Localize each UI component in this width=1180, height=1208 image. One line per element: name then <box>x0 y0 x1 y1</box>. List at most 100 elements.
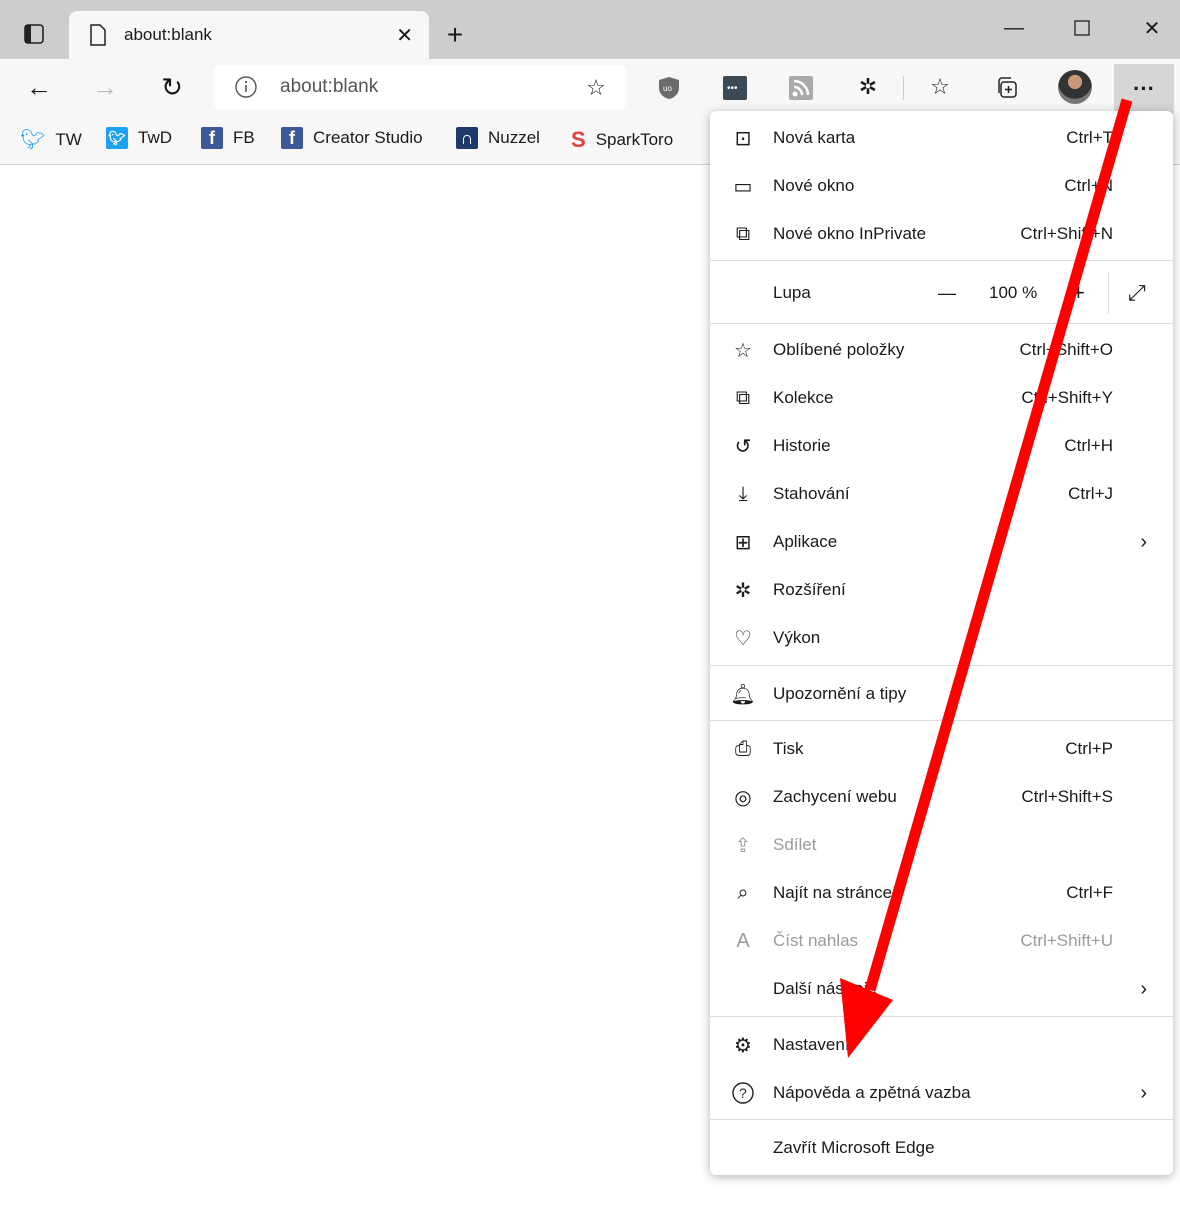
zoom-value: 100 % <box>989 283 1038 302</box>
menu-item-8[interactable]: ✲ Rozšíření <box>710 566 1173 614</box>
zoom-in-button[interactable]: + <box>1072 280 1085 306</box>
menu-item-shortcut: Ctrl+Shift+O <box>1019 340 1113 359</box>
help-icon: ? <box>730 1080 756 1106</box>
avatar[interactable] <box>1058 70 1092 104</box>
menu-item-2[interactable]: ⧉ Nové okno InPrivate Ctrl+Shift+N <box>710 210 1173 258</box>
menu-item-shortcut: Ctrl+T <box>1066 128 1113 147</box>
menu-item-18[interactable]: ? Nápověda a zpětná vazba › <box>710 1069 1173 1117</box>
menu-item-shortcut: Ctrl+Shift+Y <box>1021 388 1113 407</box>
menu-item-5[interactable]: ↺ Historie Ctrl+H <box>710 422 1173 470</box>
back-icon[interactable]: ← <box>24 72 54 102</box>
minimize-icon[interactable]: — <box>1000 14 1028 42</box>
menu-item-1[interactable]: ▭ Nové okno Ctrl+N <box>710 162 1173 210</box>
nuzzel-icon: ∩ <box>456 127 478 149</box>
menu-item-label: Upozornění a tipy <box>773 684 907 703</box>
address-url[interactable]: about:blank <box>280 76 378 98</box>
menu-item-11[interactable]: ⎙ Tisk Ctrl+P <box>710 725 1173 773</box>
toolbar: ← → ↻ about:blank ☆ uo ••• ✲ ☆ ··· <box>0 59 1180 115</box>
bookmark-nuzzel[interactable]: ∩ Nuzzel <box>456 127 540 149</box>
menu-item-16[interactable]: Další nástroje › <box>710 965 1173 1013</box>
bookmark-sparktoro[interactable]: S SparkToro <box>571 127 673 153</box>
close-icon[interactable]: ✕ <box>1138 14 1166 42</box>
menu-item-label: Zavřít Microsoft Edge <box>773 1138 935 1157</box>
share-icon: ⇪ <box>734 834 752 857</box>
apps-icon: ⊞ <box>734 531 752 554</box>
zoom-out-button[interactable]: — <box>938 283 956 304</box>
menu-item-label: Číst nahlas <box>773 931 859 950</box>
menu-item-0[interactable]: ⊡ Nová karta Ctrl+T <box>710 114 1173 162</box>
menu-divider <box>710 1016 1173 1017</box>
bookmark-creator-studio[interactable]: f Creator Studio <box>281 127 423 149</box>
menu-divider <box>710 720 1173 721</box>
menu-item-13[interactable]: ⇪ Sdílet <box>710 821 1173 869</box>
menu-item-label: Zachycení webu <box>773 787 897 806</box>
menu-item-label: Stahování <box>773 484 850 503</box>
info-icon[interactable] <box>234 75 258 99</box>
menu-item-label: Nové okno <box>773 176 855 195</box>
menu-item-shortcut: Ctrl+Shift+S <box>1021 787 1113 806</box>
tab-bar: about:blank ✕ + — ✕ <box>0 0 1180 59</box>
svg-text:?: ? <box>739 1085 747 1101</box>
web-capture-icon: ◎ <box>734 786 752 809</box>
address-bar[interactable]: about:blank ☆ <box>214 65 626 109</box>
menu-item-label: Kolekce <box>773 388 834 407</box>
extensions-icon[interactable]: ✲ <box>855 74 881 100</box>
refresh-icon[interactable]: ↻ <box>157 72 187 102</box>
chevron-right-icon: › <box>1140 1081 1147 1104</box>
settings-more-button[interactable]: ··· <box>1114 64 1174 114</box>
settings-icon: ⚙ <box>734 1034 752 1057</box>
menu-item-shortcut: Ctrl+Shift+U <box>1020 931 1113 950</box>
settings-menu: ⊡ Nová karta Ctrl+T ▭ Nové okno Ctrl+N ⧉ Nové o… <box>710 111 1173 1175</box>
menu-item-4[interactable]: ⧉ Kolekce Ctrl+Shift+Y <box>710 374 1173 422</box>
performance-icon: ♡ <box>734 627 752 650</box>
collections-icon: ⧉ <box>735 386 751 409</box>
menu-item-15[interactable]: A Číst nahlas Ctrl+Shift+U <box>710 917 1173 965</box>
menu-item-19[interactable]: Zavřít Microsoft Edge <box>710 1124 1173 1172</box>
history-icon: ↺ <box>734 435 752 458</box>
bookmark-tw[interactable]: 🐦︎ TW <box>20 127 82 152</box>
menu-item-label: Výkon <box>773 628 821 647</box>
tab-about-blank[interactable]: about:blank ✕ <box>69 11 429 59</box>
menu-item-shortcut: Ctrl+Shift+N <box>1020 224 1113 243</box>
svg-text:•••: ••• <box>727 83 738 94</box>
rss-icon[interactable] <box>788 75 814 101</box>
collections-icon[interactable] <box>992 74 1020 100</box>
menu-item-label: Tisk <box>773 739 804 758</box>
ublock-icon[interactable]: uo <box>656 75 682 101</box>
menu-item-17[interactable]: ⚙ Nastavení <box>710 1021 1173 1069</box>
extension-dark-icon[interactable]: ••• <box>722 75 748 101</box>
menu-item-label: Nová karta <box>773 128 856 147</box>
menu-item-shortcut: Ctrl+F <box>1066 883 1113 902</box>
menu-item-label: Historie <box>773 436 831 455</box>
zoom-divider <box>1108 272 1109 314</box>
tab-actions-icon[interactable] <box>22 22 46 46</box>
menu-item-label: Sdílet <box>773 835 817 854</box>
zoom-row: Lupa — 100 % + ⤢ <box>710 268 1173 318</box>
zoom-label: Lupa <box>773 283 811 302</box>
menu-item-10[interactable]: 🔔︎ Upozornění a tipy <box>710 670 1173 718</box>
menu-item-label: Nápověda a zpětná vazba <box>773 1083 971 1102</box>
menu-item-14[interactable]: ⌕ Najít na stránce Ctrl+F <box>710 869 1173 917</box>
new-tab-icon: ⊡ <box>734 127 752 150</box>
menu-item-9[interactable]: ♡ Výkon <box>710 614 1173 662</box>
tab-close-icon[interactable]: ✕ <box>396 23 413 48</box>
menu-item-6[interactable]: ⤓ Stahování Ctrl+J <box>710 470 1173 518</box>
bookmark-fb[interactable]: f FB <box>201 127 255 149</box>
menu-item-3[interactable]: ☆ Oblíbené položky Ctrl+Shift+O <box>710 326 1173 374</box>
toolbar-divider <box>903 76 904 100</box>
menu-item-label: Oblíbené položky <box>773 340 905 359</box>
twitter-icon: 🐦︎ <box>20 129 46 151</box>
menu-item-12[interactable]: ◎ Zachycení webu Ctrl+Shift+S <box>710 773 1173 821</box>
add-favorite-icon[interactable]: ☆ <box>582 75 610 101</box>
menu-item-label: Nové okno InPrivate <box>773 224 927 243</box>
bookmark-twd[interactable]: 🐦︎ TwD <box>106 127 172 149</box>
menu-divider <box>710 665 1173 666</box>
menu-divider <box>710 1119 1173 1120</box>
favorites-icon[interactable]: ☆ <box>926 74 954 100</box>
menu-item-label: Aplikace <box>773 532 838 551</box>
menu-divider <box>710 323 1173 324</box>
menu-item-7[interactable]: ⊞ Aplikace › <box>710 518 1173 566</box>
maximize-icon[interactable] <box>1068 14 1096 42</box>
fullscreen-icon[interactable]: ⤢ <box>1128 280 1146 306</box>
new-tab-button[interactable]: + <box>440 19 470 50</box>
